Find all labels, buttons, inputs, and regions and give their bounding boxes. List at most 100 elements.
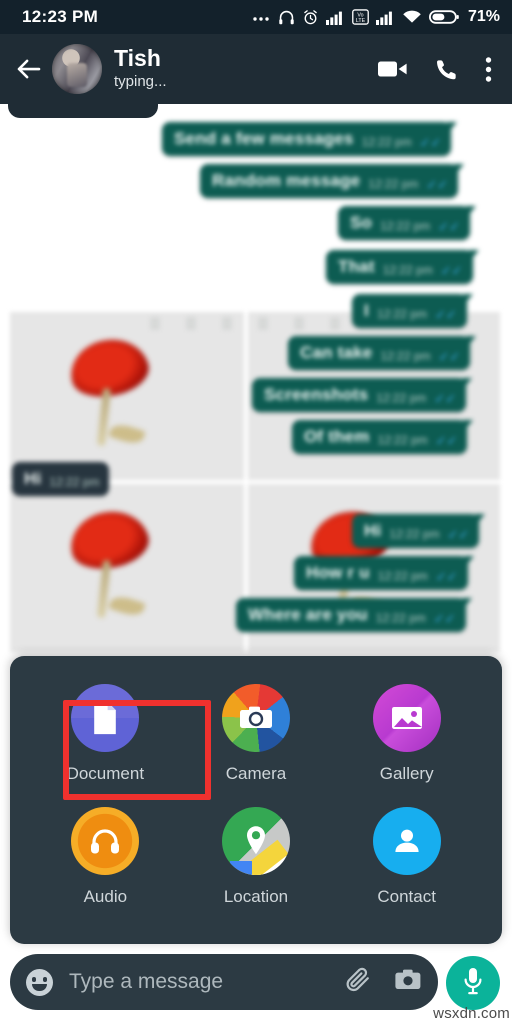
message-time: 12:22 pm bbox=[380, 219, 431, 233]
svg-text:LTE: LTE bbox=[356, 18, 366, 24]
microphone-icon bbox=[462, 966, 484, 1001]
attachment-option-document[interactable]: Document bbox=[30, 684, 181, 803]
wifi-icon bbox=[402, 9, 422, 25]
attachment-option-camera[interactable]: Camera bbox=[181, 684, 332, 803]
message-bubble[interactable]: That 12:22 pm ✓✓ bbox=[326, 250, 479, 284]
read-receipt-icon: ✓✓ bbox=[419, 135, 442, 150]
message-text: I bbox=[364, 301, 369, 320]
read-receipt-icon: ✓✓ bbox=[438, 349, 461, 364]
read-receipt-icon: ✓✓ bbox=[435, 433, 458, 448]
message-input-pill[interactable] bbox=[10, 954, 438, 1010]
chat-app-bar: Tish typing... bbox=[0, 34, 512, 104]
read-receipt-icon: ✓✓ bbox=[435, 569, 458, 584]
gallery-icon bbox=[372, 684, 441, 752]
phone-screen: 12:23 PM Vo LTE 71% Tish typing... Send … bbox=[0, 0, 512, 1024]
message-time: 12:22 pm bbox=[376, 307, 427, 321]
message-bubble[interactable]: Can take 12:22 pm ✓✓ bbox=[288, 336, 477, 370]
message-text: Where are you bbox=[248, 605, 368, 624]
message-text: Hi bbox=[364, 521, 382, 540]
message-time: 12:22 pm bbox=[361, 135, 412, 149]
emoji-icon[interactable] bbox=[26, 968, 53, 996]
status-bar: 12:23 PM Vo LTE 71% bbox=[0, 0, 512, 34]
headphones-icon bbox=[278, 9, 295, 26]
signal-2-icon bbox=[375, 10, 395, 25]
message-text: Random message bbox=[212, 171, 361, 190]
video-call-icon[interactable] bbox=[378, 58, 408, 80]
message-time: 12:22 pm bbox=[377, 569, 428, 583]
read-receipt-icon: ✓✓ bbox=[447, 527, 470, 542]
read-receipt-icon: ✓✓ bbox=[434, 307, 457, 322]
read-receipt-icon: ✓✓ bbox=[440, 263, 463, 278]
message-bubble[interactable]: So 12:22 pm ✓✓ bbox=[338, 206, 476, 240]
attachment-option-contact[interactable]: Contact bbox=[331, 807, 482, 926]
avatar[interactable] bbox=[52, 44, 102, 94]
message-text: Can take bbox=[300, 343, 373, 362]
voice-call-icon[interactable] bbox=[434, 57, 459, 82]
read-receipt-icon: ✓✓ bbox=[433, 611, 456, 626]
back-arrow-icon[interactable] bbox=[14, 54, 44, 84]
read-receipt-icon: ✓✓ bbox=[438, 219, 460, 234]
page-title: Tish bbox=[114, 44, 161, 71]
composer-actions bbox=[344, 966, 422, 999]
overflow-menu-icon[interactable] bbox=[485, 56, 492, 83]
typing-status: typing... bbox=[114, 72, 167, 90]
app-bar-actions bbox=[378, 56, 498, 83]
message-time: 12:22 pm bbox=[49, 475, 100, 489]
signal-icon bbox=[325, 10, 345, 25]
battery-icon bbox=[428, 9, 459, 25]
attachment-option-audio[interactable]: Audio bbox=[30, 807, 181, 926]
camera-icon[interactable] bbox=[394, 968, 422, 997]
voice-record-button[interactable] bbox=[446, 956, 500, 1010]
attachment-sheet: Document Camera Gallery Audio Location C… bbox=[10, 656, 502, 944]
message-text: That bbox=[338, 257, 375, 276]
message-time: 12:22 pm bbox=[380, 349, 431, 363]
message-input[interactable] bbox=[53, 970, 344, 994]
more-dots-icon bbox=[251, 9, 271, 25]
document-icon bbox=[71, 684, 140, 752]
photo-tile bbox=[10, 484, 244, 652]
message-time: 12:22 pm bbox=[389, 527, 440, 541]
message-bubble[interactable]: Of them 12:22 pm ✓✓ bbox=[292, 420, 474, 454]
message-time: 12:22 pm bbox=[382, 263, 433, 277]
message-bubble[interactable]: Hi 12:22 pm ✓✓ bbox=[352, 514, 486, 548]
message-time: 12:22 pm bbox=[375, 611, 426, 625]
message-bubble[interactable]: Where are you 12:22 pm ✓✓ bbox=[236, 598, 472, 632]
attachment-label: Contact bbox=[377, 887, 436, 906]
contact-icon bbox=[372, 807, 441, 875]
volte-icon: Vo LTE bbox=[352, 9, 369, 25]
attachment-label: Audio bbox=[83, 887, 128, 906]
attachment-label: Document bbox=[66, 764, 145, 783]
read-receipt-icon: ✓✓ bbox=[434, 391, 457, 406]
message-text: So bbox=[350, 213, 373, 232]
message-bubble[interactable]: Random message 12:22 pm ✓✓ bbox=[200, 164, 465, 198]
message-text: Send a few messages bbox=[174, 129, 354, 148]
message-time: 12:22 pm bbox=[376, 391, 427, 405]
status-clock: 12:23 PM bbox=[22, 7, 99, 26]
attachment-label: Location bbox=[223, 887, 289, 906]
attachment-options-grid: Document Camera Gallery Audio Location C… bbox=[10, 656, 502, 944]
message-bubble[interactable]: Hi 12:22 pm bbox=[12, 462, 110, 496]
photo-tile bbox=[10, 312, 244, 480]
blurred-text-row bbox=[150, 312, 340, 334]
message-bubble[interactable]: Screenshots 12:22 pm ✓✓ bbox=[252, 378, 473, 412]
contact-info[interactable]: Tish typing... bbox=[114, 46, 167, 92]
chat-message-list[interactable]: Send a few messages 12:22 pm ✓✓ Random m… bbox=[0, 104, 512, 684]
paperclip-icon[interactable] bbox=[344, 966, 372, 999]
location-icon bbox=[221, 807, 290, 875]
watermark: wsxdn.com bbox=[433, 1005, 510, 1022]
message-text: Hi bbox=[24, 469, 42, 488]
read-receipt-icon: ✓✓ bbox=[426, 177, 449, 192]
status-icon-tray: Vo LTE 71% bbox=[251, 8, 500, 26]
message-time: 12:22 pm bbox=[368, 177, 419, 191]
message-bubble[interactable]: I 12:22 pm ✓✓ bbox=[352, 294, 473, 328]
message-time: 12:22 pm bbox=[377, 433, 428, 447]
attachment-label: Gallery bbox=[379, 764, 434, 783]
message-text: Of them bbox=[304, 427, 370, 446]
message-bubble[interactable]: How r u 12:22 pm ✓✓ bbox=[294, 556, 474, 590]
message-text: How r u bbox=[306, 563, 370, 582]
attachment-option-gallery[interactable]: Gallery bbox=[331, 684, 482, 803]
attachment-option-location[interactable]: Location bbox=[181, 807, 332, 926]
header-nub bbox=[8, 104, 158, 118]
message-bubble[interactable]: Send a few messages 12:22 pm ✓✓ bbox=[162, 122, 458, 156]
attachment-label: Camera bbox=[225, 764, 287, 783]
